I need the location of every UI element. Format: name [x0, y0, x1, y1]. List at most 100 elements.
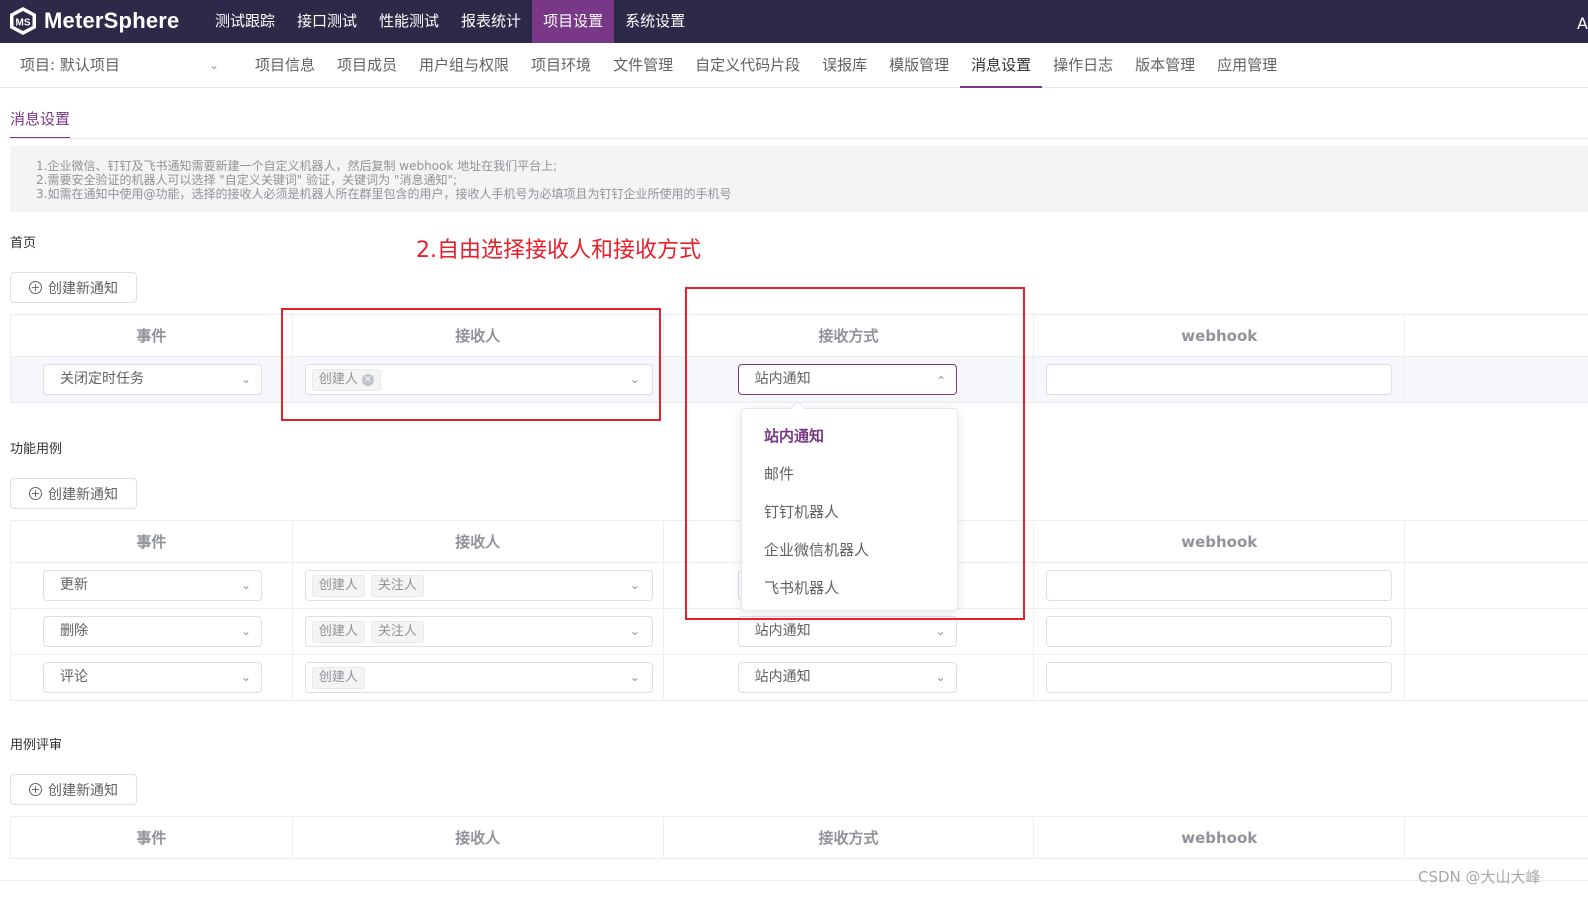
notice-line: 2.需要安全验证的机器人可以选择 "自定义关键词" 验证，关键词为 "消息通知"… [36, 173, 458, 187]
method-select[interactable]: 站内通知 ⌄ [737, 662, 957, 693]
chevron-down-icon: ⌄ [935, 624, 946, 638]
event-select-value: 评论 [60, 669, 88, 685]
table-row: 评论 ⌄ 创建人 ⌄ 站内通知 ⌄ [11, 655, 1588, 701]
section-title-case-review: 用例评审 [10, 738, 63, 753]
subnav-false-positive[interactable]: 误报库 [811, 43, 878, 88]
notification-table-case-review: 事件 接收人 接收方式 webhook [10, 816, 1588, 859]
table-header: 事件 接收人 接收方式 webhook [11, 817, 1588, 859]
chevron-down-icon: ⌄ [629, 624, 640, 638]
subnav-project-members[interactable]: 项目成员 [326, 43, 408, 88]
chevron-down-icon: ⌄ [935, 670, 946, 684]
chevron-down-icon: ⌄ [240, 670, 251, 684]
col-actions [1405, 817, 1588, 858]
actions-cell [1405, 563, 1588, 608]
subnav-message-settings[interactable]: 消息设置 [960, 43, 1043, 88]
col-actions [1405, 315, 1588, 356]
topbar-edge-text: A [1577, 14, 1588, 33]
menu-performance-test[interactable]: 性能测试 [368, 0, 450, 43]
method-select[interactable]: 站内通知 ⌄ [737, 616, 957, 647]
col-actions [1405, 521, 1588, 562]
info-notice: 1.企业微信、钉钉及飞书通知需要新建一个自定义机器人，然后复制 webhook … [10, 146, 1588, 212]
menu-project-settings[interactable]: 项目设置 [532, 0, 615, 43]
chevron-down-icon: ⌄ [629, 578, 640, 592]
col-webhook: webhook [1034, 817, 1406, 858]
create-notification-label: 创建新通知 [48, 280, 118, 297]
col-webhook: webhook [1034, 521, 1406, 562]
actions-cell [1405, 609, 1588, 654]
plus-circle-icon: + [29, 281, 42, 294]
receiver-tag-label: 关注人 [377, 623, 417, 639]
project-subnav-bar: 项目: 默认项目 ⌄ 项目信息 项目成员 用户组与权限 项目环境 文件管理 自定… [0, 43, 1588, 88]
receiver-tag: 创建人 [311, 666, 365, 689]
event-select[interactable]: 删除 ⌄ [43, 616, 262, 647]
create-notification-button[interactable]: + 创建新通知 [10, 478, 137, 509]
menu-report[interactable]: 报表统计 [450, 0, 532, 43]
subnav-app-management[interactable]: 应用管理 [1206, 43, 1288, 88]
project-select-label: 项目: 默认项目 [20, 56, 120, 74]
chevron-down-icon: ⌄ [629, 670, 640, 684]
receiver-multiselect[interactable]: 创建人 关注人 ⌄ [304, 616, 653, 647]
subnav-project-info[interactable]: 项目信息 [244, 43, 326, 88]
create-notification-label: 创建新通知 [48, 486, 118, 503]
col-receiver: 接收人 [293, 817, 664, 858]
subnav-user-groups[interactable]: 用户组与权限 [408, 43, 520, 88]
annotation-box-method [685, 287, 1025, 620]
receiver-multiselect[interactable]: 创建人 ⌄ [304, 662, 653, 693]
subnav-file-management[interactable]: 文件管理 [602, 43, 684, 88]
create-notification-button[interactable]: + 创建新通知 [10, 272, 137, 303]
col-webhook: webhook [1034, 315, 1406, 356]
chevron-down-icon: ⌄ [208, 58, 219, 72]
col-method: 接收方式 [664, 817, 1035, 858]
subnav-operation-log[interactable]: 操作日志 [1042, 43, 1124, 88]
watermark: CSDN @大山大峰 [1418, 868, 1541, 886]
webhook-input[interactable] [1046, 616, 1393, 647]
receiver-tag-label: 创建人 [318, 577, 358, 593]
app-logo[interactable]: MS MeterSphere [8, 4, 179, 38]
event-select[interactable]: 关闭定时任务 ⌄ [43, 364, 262, 395]
chevron-down-icon: ⌄ [240, 372, 251, 386]
menu-system-settings[interactable]: 系统设置 [614, 0, 696, 43]
menu-test-track[interactable]: 测试跟踪 [204, 0, 286, 43]
webhook-input[interactable] [1046, 364, 1393, 395]
webhook-input[interactable] [1046, 570, 1393, 601]
notice-line: 3.如需在通知中使用@功能，选择的接收人必须是机器人所在群里包含的用户，接收人手… [36, 187, 732, 201]
plus-circle-icon: + [29, 783, 42, 796]
method-select-value: 站内通知 [754, 669, 811, 685]
col-event: 事件 [11, 521, 293, 562]
annotation-box-receiver [281, 308, 661, 421]
event-select-value: 更新 [60, 577, 88, 593]
subnav-version-management[interactable]: 版本管理 [1124, 43, 1206, 88]
event-select[interactable]: 更新 ⌄ [43, 570, 262, 601]
event-select[interactable]: 评论 ⌄ [43, 662, 262, 693]
plus-circle-icon: + [29, 487, 42, 500]
section-title-test-case: 功能用例 [10, 442, 63, 457]
section-title-home: 首页 [10, 236, 37, 251]
subnav-project-env[interactable]: 项目环境 [520, 43, 602, 88]
tab-divider [10, 138, 1588, 139]
create-notification-label: 创建新通知 [48, 782, 118, 799]
app-name: MeterSphere [44, 8, 180, 33]
receiver-multiselect[interactable]: 创建人 关注人 ⌄ [304, 570, 653, 601]
receiver-tag-label: 关注人 [377, 577, 417, 593]
menu-api-test[interactable]: 接口测试 [286, 0, 368, 43]
webhook-input[interactable] [1046, 662, 1393, 693]
annotation-text: 2.自由选择接收人和接收方式 [416, 238, 701, 263]
subnav-code-snippets[interactable]: 自定义代码片段 [684, 43, 811, 88]
receiver-tag-label: 创建人 [318, 669, 358, 685]
project-select[interactable]: 项目: 默认项目 ⌄ [20, 43, 225, 88]
main-menu: 测试跟踪 接口测试 性能测试 报表统计 项目设置 系统设置 [204, 0, 696, 43]
col-event: 事件 [11, 315, 293, 356]
notice-line: 1.企业微信、钉钉及飞书通知需要新建一个自定义机器人，然后复制 webhook … [36, 159, 558, 173]
actions-cell [1405, 357, 1588, 402]
col-receiver: 接收人 [293, 521, 664, 562]
receiver-tag-label: 创建人 [318, 623, 358, 639]
method-select-value: 站内通知 [754, 623, 811, 639]
chevron-down-icon: ⌄ [240, 624, 251, 638]
svg-text:MS: MS [16, 18, 31, 29]
tab-message-settings[interactable]: 消息设置 [10, 108, 71, 139]
create-notification-button[interactable]: + 创建新通知 [10, 774, 137, 805]
receiver-tag: 关注人 [370, 620, 424, 643]
subnav-templates[interactable]: 模版管理 [878, 43, 960, 88]
event-select-value: 关闭定时任务 [60, 371, 144, 387]
event-select-value: 删除 [60, 623, 88, 639]
